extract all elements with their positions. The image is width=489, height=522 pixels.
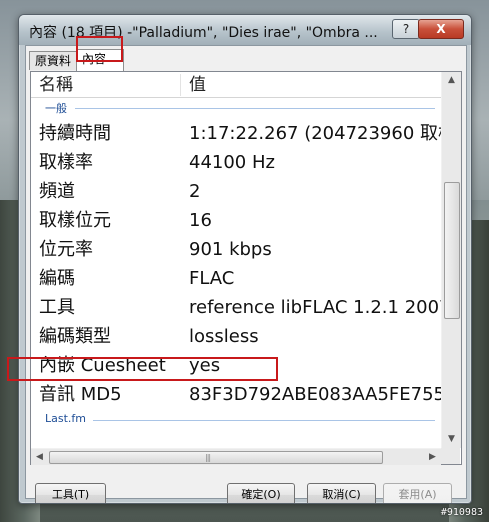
column-divider[interactable] — [180, 74, 181, 96]
scroll-up-icon[interactable]: ▲ — [443, 72, 460, 89]
list-item[interactable]: 頻道 2 — [31, 177, 441, 206]
vertical-scroll-thumb[interactable] — [444, 182, 460, 319]
property-value: 2 — [189, 181, 201, 202]
vertical-scrollbar[interactable]: ▲ ▼ — [441, 72, 461, 448]
close-button[interactable]: X — [418, 19, 464, 39]
ok-button[interactable]: 確定(O) — [227, 483, 295, 503]
tab-panel: 名稱 值 一般 持續時間 1:17:22.267 (204723960 取樣) … — [30, 71, 462, 465]
horizontal-scroll-thumb[interactable]: ||| — [49, 451, 383, 464]
property-name: 取樣率 — [39, 152, 93, 173]
grip-icon: ||| — [205, 453, 211, 462]
scroll-left-icon[interactable]: ◀ — [31, 449, 48, 465]
scroll-down-icon[interactable]: ▼ — [443, 431, 460, 448]
column-header: 名稱 值 — [31, 72, 441, 98]
property-name: 工具 — [39, 297, 75, 318]
list-item[interactable]: 取樣率 44100 Hz — [31, 148, 441, 177]
group-general[interactable]: 一般 — [31, 98, 441, 118]
dialog-client: 原資料 內容 名稱 值 一般 持續時間 1:17:22.267 (2047239… — [25, 45, 467, 503]
list-item[interactable]: 取樣位元 16 — [31, 206, 441, 235]
group-lastfm[interactable]: Last.fm — [31, 410, 441, 430]
property-value: 44100 Hz — [189, 152, 275, 173]
property-value: 1:17:22.267 (204723960 取樣) — [189, 123, 441, 144]
row-highlight-annotation — [7, 357, 278, 381]
property-value: reference libFLAC 1.2.1 20070917 — [189, 297, 441, 318]
property-name: 持續時間 — [39, 123, 111, 144]
help-button[interactable]: ? — [392, 19, 420, 39]
list-item[interactable]: 工具 reference libFLAC 1.2.1 20070917 — [31, 293, 441, 322]
list-item[interactable]: 位元率 901 kbps — [31, 235, 441, 264]
property-name: 音訊 MD5 — [39, 384, 122, 405]
properties-list[interactable]: 名稱 值 一般 持續時間 1:17:22.267 (204723960 取樣) … — [31, 72, 441, 448]
property-value: 901 kbps — [189, 239, 272, 260]
column-header-name[interactable]: 名稱 — [39, 72, 179, 97]
group-label: Last.fm — [45, 412, 86, 425]
tab-highlight-annotation — [76, 36, 123, 62]
property-value: FLAC — [189, 268, 235, 289]
property-value: 16 — [189, 210, 212, 231]
horizontal-scrollbar[interactable]: ◀ ||| ▶ — [31, 448, 441, 465]
tools-button[interactable]: 工具(T) — [35, 483, 106, 503]
list-item[interactable]: 音訊 MD5 83F3D792ABE083AA5FE755D — [31, 380, 441, 409]
watermark: #910983 — [440, 507, 483, 518]
cancel-button[interactable]: 取消(C) — [307, 483, 376, 503]
property-value: lossless — [189, 326, 259, 347]
list-item[interactable]: 持續時間 1:17:22.267 (204723960 取樣) — [31, 119, 441, 148]
property-value: 83F3D792ABE083AA5FE755D — [189, 384, 441, 405]
properties-dialog: 內容 (18 項目) -"Palladium", "Dies irae", "O… — [18, 14, 472, 504]
tab-metadata[interactable]: 原資料 — [29, 51, 83, 70]
list-item[interactable]: 編碼 FLAC — [31, 264, 441, 293]
property-name: 位元率 — [39, 239, 93, 260]
group-divider — [93, 420, 435, 421]
group-label: 一般 — [45, 102, 67, 115]
apply-button[interactable]: 套用(A) — [383, 483, 452, 503]
property-name: 頻道 — [39, 181, 75, 202]
group-divider — [75, 108, 435, 109]
property-name: 取樣位元 — [39, 210, 111, 231]
scrollbar-corner — [441, 448, 460, 464]
list-item[interactable]: 編碼類型 lossless — [31, 322, 441, 351]
property-name: 編碼類型 — [39, 326, 111, 347]
column-header-value[interactable]: 值 — [189, 72, 439, 97]
property-name: 編碼 — [39, 268, 75, 289]
scroll-right-icon[interactable]: ▶ — [424, 449, 441, 465]
